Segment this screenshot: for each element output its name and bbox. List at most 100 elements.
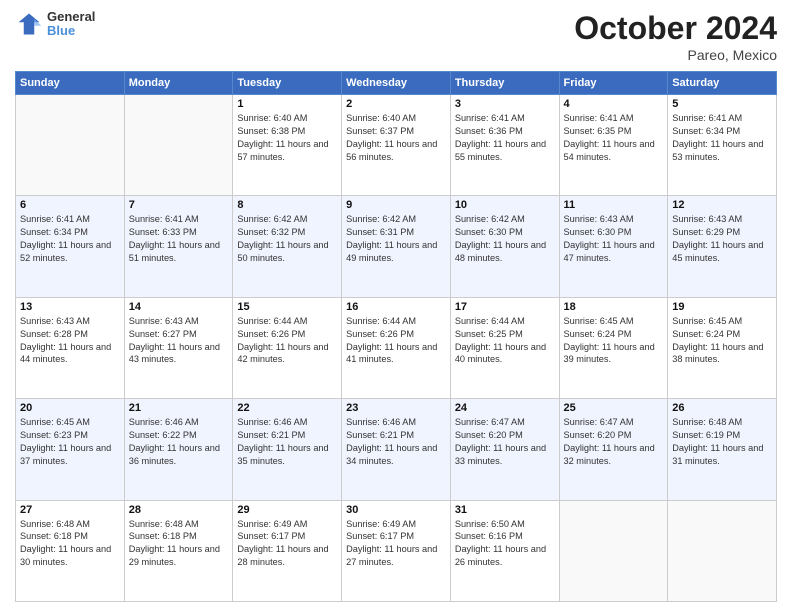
table-row: 9 Sunrise: 6:42 AMSunset: 6:31 PMDaylight…	[342, 196, 451, 297]
day-number: 28	[129, 504, 229, 516]
table-row: 10Sunrise: 6:42 AMSunset: 6:30 PMDayligh…	[450, 196, 559, 297]
calendar-title: October 2024	[574, 10, 777, 47]
table-row: 7 Sunrise: 6:41 AMSunset: 6:33 PMDaylight…	[124, 196, 233, 297]
day-info: Sunrise: 6:47 AMSunset: 6:20 PMDaylight:…	[564, 416, 664, 468]
logo-line2: Blue	[47, 24, 95, 38]
logo-line1: General	[47, 10, 95, 24]
day-info: Sunrise: 6:41 AMSunset: 6:36 PMDaylight:…	[455, 112, 555, 164]
table-row: 2 Sunrise: 6:40 AMSunset: 6:37 PMDaylight…	[342, 95, 451, 196]
table-row: 12Sunrise: 6:43 AMSunset: 6:29 PMDayligh…	[668, 196, 777, 297]
day-info: Sunrise: 6:49 AMSunset: 6:17 PMDaylight:…	[237, 518, 337, 570]
day-number: 27	[20, 504, 120, 516]
day-info: Sunrise: 6:45 AMSunset: 6:23 PMDaylight:…	[20, 416, 120, 468]
table-row: 20 Sunrise: 6:45 AMSunset: 6:23 PMDayligh…	[16, 399, 125, 500]
day-number: 22	[237, 402, 337, 414]
day-number: 9	[346, 199, 446, 211]
day-info: Sunrise: 6:42 AMSunset: 6:31 PMDaylight:…	[346, 213, 446, 265]
table-row: 28 Sunrise: 6:48 AMSunset: 6:18 PMDayligh…	[124, 500, 233, 601]
day-number: 29	[237, 504, 337, 516]
day-number: 31	[455, 504, 555, 516]
table-row	[16, 95, 125, 196]
calendar-week-row: 20 Sunrise: 6:45 AMSunset: 6:23 PMDayligh…	[16, 399, 777, 500]
day-number: 10	[455, 199, 555, 211]
logo-icon	[15, 10, 43, 38]
day-number: 16	[346, 301, 446, 313]
page: General Blue October 2024 Pareo, Mexico …	[0, 0, 792, 612]
table-row: 14Sunrise: 6:43 AMSunset: 6:27 PMDayligh…	[124, 297, 233, 398]
calendar-subtitle: Pareo, Mexico	[574, 47, 777, 63]
day-info: Sunrise: 6:41 AMSunset: 6:33 PMDaylight:…	[129, 213, 229, 265]
day-info: Sunrise: 6:44 AMSunset: 6:26 PMDaylight:…	[237, 315, 337, 367]
col-tuesday: Tuesday	[233, 72, 342, 95]
day-number: 8	[237, 199, 337, 211]
day-number: 18	[564, 301, 664, 313]
day-number: 7	[129, 199, 229, 211]
day-number: 30	[346, 504, 446, 516]
calendar-week-row: 13 Sunrise: 6:43 AMSunset: 6:28 PMDayligh…	[16, 297, 777, 398]
calendar-table: Sunday Monday Tuesday Wednesday Thursday…	[15, 71, 777, 602]
header: General Blue October 2024 Pareo, Mexico	[15, 10, 777, 63]
day-number: 17	[455, 301, 555, 313]
calendar-week-row: 27 Sunrise: 6:48 AMSunset: 6:18 PMDayligh…	[16, 500, 777, 601]
col-wednesday: Wednesday	[342, 72, 451, 95]
day-info: Sunrise: 6:42 AMSunset: 6:32 PMDaylight:…	[237, 213, 337, 265]
table-row: 16Sunrise: 6:44 AMSunset: 6:26 PMDayligh…	[342, 297, 451, 398]
day-number: 20	[20, 402, 120, 414]
table-row: 18 Sunrise: 6:45 AMSunset: 6:24 PMDayligh…	[559, 297, 668, 398]
col-monday: Monday	[124, 72, 233, 95]
table-row: 4 Sunrise: 6:41 AMSunset: 6:35 PMDaylight…	[559, 95, 668, 196]
table-row: 13 Sunrise: 6:43 AMSunset: 6:28 PMDayligh…	[16, 297, 125, 398]
calendar-header-row: Sunday Monday Tuesday Wednesday Thursday…	[16, 72, 777, 95]
table-row: 6 Sunrise: 6:41 AMSunset: 6:34 PMDaylight…	[16, 196, 125, 297]
day-info: Sunrise: 6:41 AMSunset: 6:35 PMDaylight:…	[564, 112, 664, 164]
table-row: 29 Sunrise: 6:49 AMSunset: 6:17 PMDayligh…	[233, 500, 342, 601]
day-number: 3	[455, 98, 555, 110]
day-info: Sunrise: 6:40 AMSunset: 6:38 PMDaylight:…	[237, 112, 337, 164]
table-row	[559, 500, 668, 601]
day-info: Sunrise: 6:40 AMSunset: 6:37 PMDaylight:…	[346, 112, 446, 164]
logo: General Blue	[15, 10, 95, 39]
table-row: 22 Sunrise: 6:46 AMSunset: 6:21 PMDayligh…	[233, 399, 342, 500]
day-info: Sunrise: 6:46 AMSunset: 6:22 PMDaylight:…	[129, 416, 229, 468]
day-info: Sunrise: 6:48 AMSunset: 6:18 PMDaylight:…	[129, 518, 229, 570]
day-number: 21	[129, 402, 229, 414]
day-info: Sunrise: 6:46 AMSunset: 6:21 PMDaylight:…	[346, 416, 446, 468]
col-sunday: Sunday	[16, 72, 125, 95]
table-row: 24 Sunrise: 6:47 AMSunset: 6:20 PMDayligh…	[450, 399, 559, 500]
day-info: Sunrise: 6:47 AMSunset: 6:20 PMDaylight:…	[455, 416, 555, 468]
day-number: 25	[564, 402, 664, 414]
day-number: 19	[672, 301, 772, 313]
col-saturday: Saturday	[668, 72, 777, 95]
day-number: 24	[455, 402, 555, 414]
table-row	[668, 500, 777, 601]
table-row: 19 Sunrise: 6:45 AMSunset: 6:24 PMDayligh…	[668, 297, 777, 398]
day-info: Sunrise: 6:48 AMSunset: 6:18 PMDaylight:…	[20, 518, 120, 570]
calendar-week-row: 6 Sunrise: 6:41 AMSunset: 6:34 PMDaylight…	[16, 196, 777, 297]
table-row: 26Sunrise: 6:48 AMSunset: 6:19 PMDayligh…	[668, 399, 777, 500]
table-row: 5Sunrise: 6:41 AMSunset: 6:34 PMDaylight…	[668, 95, 777, 196]
day-info: Sunrise: 6:45 AMSunset: 6:24 PMDaylight:…	[564, 315, 664, 367]
table-row: 17 Sunrise: 6:44 AMSunset: 6:25 PMDayligh…	[450, 297, 559, 398]
day-info: Sunrise: 6:41 AMSunset: 6:34 PMDaylight:…	[20, 213, 120, 265]
day-number: 6	[20, 199, 120, 211]
day-info: Sunrise: 6:45 AMSunset: 6:24 PMDaylight:…	[672, 315, 772, 367]
day-number: 4	[564, 98, 664, 110]
title-block: October 2024 Pareo, Mexico	[574, 10, 777, 63]
day-info: Sunrise: 6:41 AMSunset: 6:34 PMDaylight:…	[672, 112, 772, 164]
col-thursday: Thursday	[450, 72, 559, 95]
day-number: 13	[20, 301, 120, 313]
table-row: 21 Sunrise: 6:46 AMSunset: 6:22 PMDayligh…	[124, 399, 233, 500]
table-row: 1Sunrise: 6:40 AMSunset: 6:38 PMDaylight…	[233, 95, 342, 196]
table-row: 8 Sunrise: 6:42 AMSunset: 6:32 PMDaylight…	[233, 196, 342, 297]
day-info: Sunrise: 6:46 AMSunset: 6:21 PMDaylight:…	[237, 416, 337, 468]
day-info: Sunrise: 6:44 AMSunset: 6:25 PMDaylight:…	[455, 315, 555, 367]
table-row: 3 Sunrise: 6:41 AMSunset: 6:36 PMDaylight…	[450, 95, 559, 196]
day-number: 15	[237, 301, 337, 313]
day-info: Sunrise: 6:50 AMSunset: 6:16 PMDaylight:…	[455, 518, 555, 570]
day-number: 12	[672, 199, 772, 211]
day-number: 11	[564, 199, 664, 211]
day-info: Sunrise: 6:48 AMSunset: 6:19 PMDaylight:…	[672, 416, 772, 468]
day-number: 2	[346, 98, 446, 110]
day-info: Sunrise: 6:43 AMSunset: 6:28 PMDaylight:…	[20, 315, 120, 367]
day-number: 23	[346, 402, 446, 414]
